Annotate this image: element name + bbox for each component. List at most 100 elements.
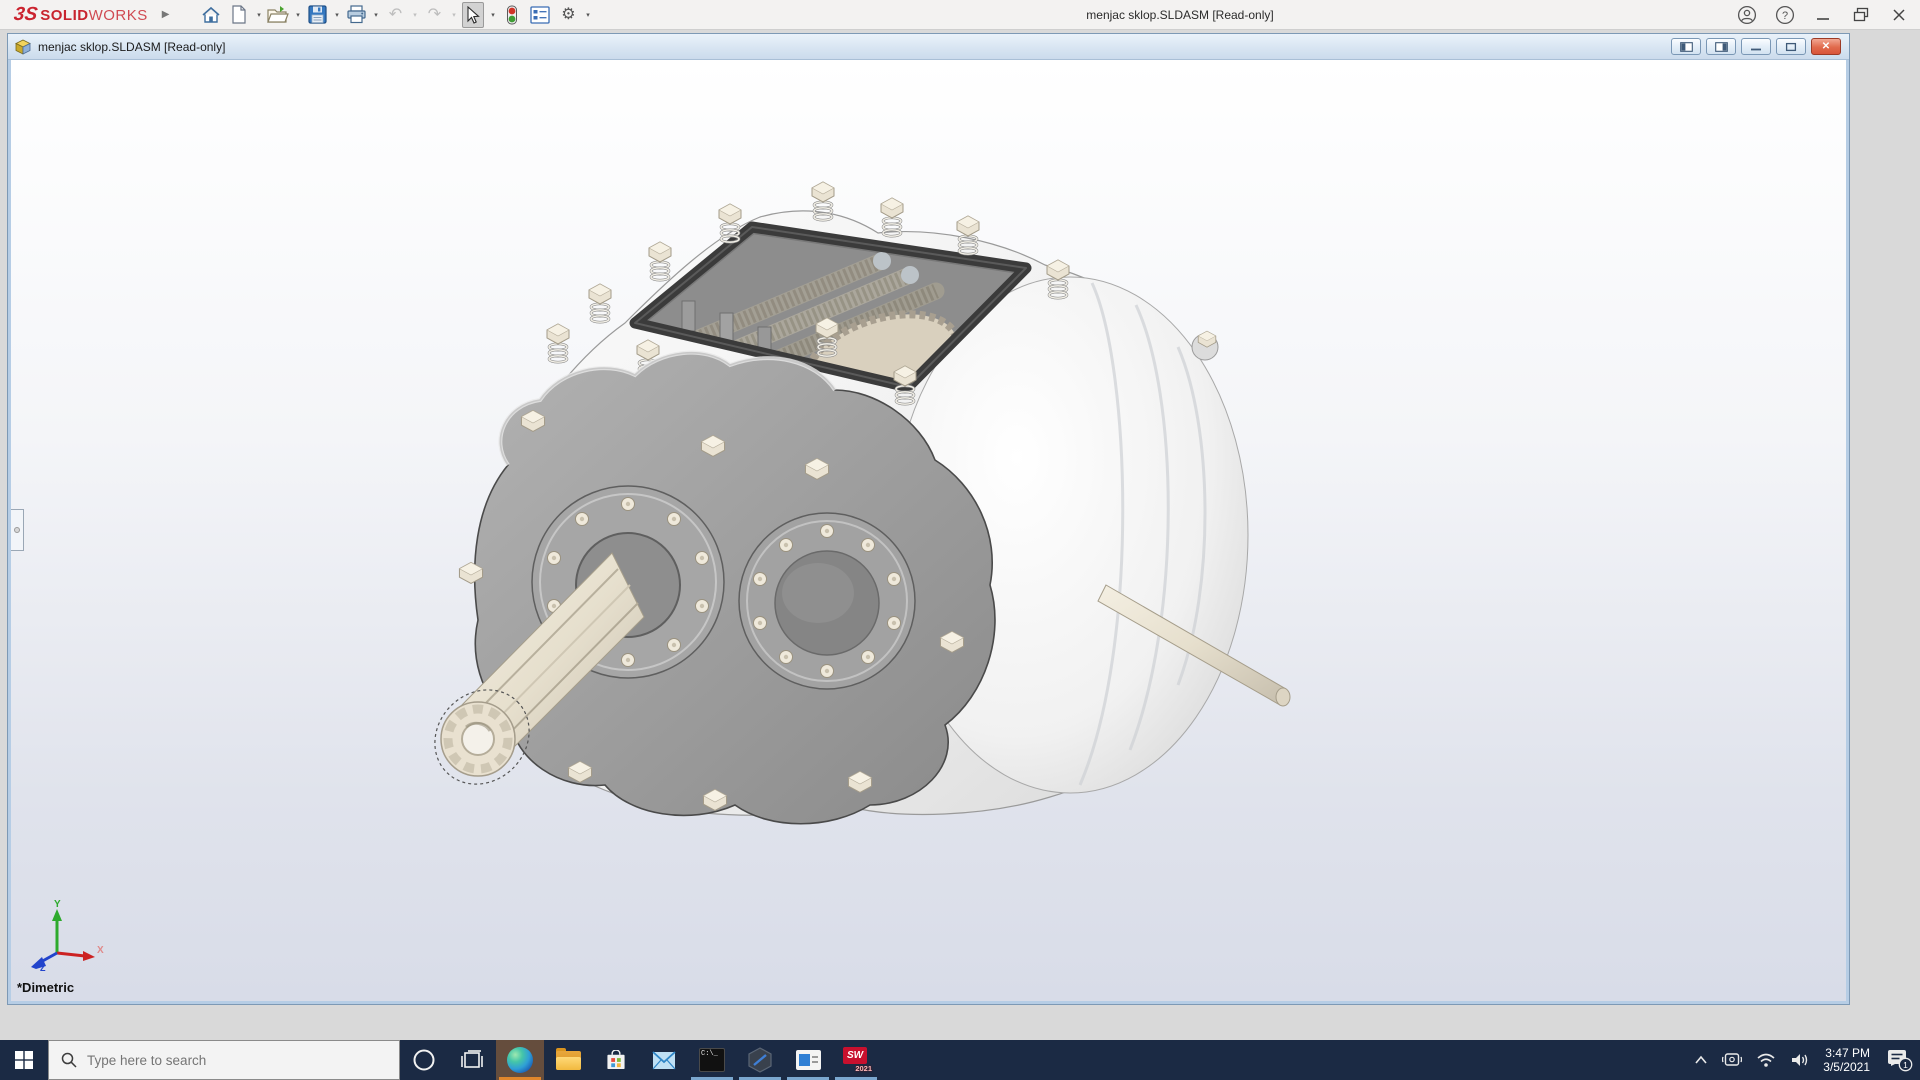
solidworks-logo-glyph: 3S [12,3,39,25]
taskbar-search[interactable] [48,1040,400,1080]
open-dropdown[interactable]: ▾ [292,11,303,19]
show-left-pane-button[interactable] [1671,38,1701,55]
options-dropdown[interactable]: ▾ [582,11,593,19]
view-orientation-label: *Dimetric [17,980,75,995]
quick-access-toolbar: ▾ ▾ ▾ ▾ ↶ ▾ ↷ ▾ ▾ ⚙ ▾ [197,1,593,28]
print-dropdown[interactable]: ▾ [370,11,381,19]
help-button[interactable]: ? [1770,2,1800,28]
document-window: menjac sklop.SLDASM [Read-only] ✕ Y X Z … [8,34,1849,1004]
mail-button[interactable] [640,1040,688,1080]
rebuild-traffic-light-icon [507,5,518,24]
tray-date: 3/5/2021 [1823,1060,1870,1074]
doc-close-button[interactable]: ✕ [1811,38,1841,55]
account-button[interactable] [1732,2,1762,28]
cortana-button[interactable] [400,1040,448,1080]
doc-minimize-button[interactable] [1741,38,1771,55]
triad-y-label: Y [54,899,61,910]
hexagon-app-icon [748,1047,772,1073]
new-document-button[interactable] [226,2,252,28]
pane-right-icon [1714,41,1728,52]
doc-close-icon: ✕ [1821,40,1831,52]
system-tray: 3:47 PM 3/5/2021 1 [1687,1040,1920,1080]
gearbox-model[interactable] [430,165,1310,825]
media-app-button[interactable] [784,1040,832,1080]
restore-icon [1853,7,1869,22]
print-button[interactable] [343,2,369,28]
solidworks-logo: 3S SOLID WORKS [12,3,148,25]
collapse-tab-grip [14,527,20,533]
triad-z-label: Z [40,963,46,971]
select-tool-active[interactable] [462,1,485,28]
meet-now-button[interactable] [1715,1040,1749,1080]
document-title-bar[interactable]: menjac sklop.SLDASM [Read-only] ✕ [8,34,1849,60]
edge-icon [507,1047,533,1073]
chevron-up-icon [1695,1055,1707,1064]
save-dropdown[interactable]: ▾ [331,11,342,19]
store-button[interactable] [592,1040,640,1080]
edge-button[interactable] [496,1040,544,1080]
new-document-icon [232,5,247,24]
redo-icon: ↷ [427,5,442,23]
app-title-bar: 3S SOLID WORKS ▶ ▾ ▾ ▾ ▾ ↶ ▾ ↷ ▾ ▾ ⚙ ▾ m… [0,0,1920,30]
feature-pane-collapse-tab[interactable] [11,509,24,551]
wifi-icon [1757,1053,1775,1067]
minimize-button[interactable] [1808,2,1838,28]
home-button[interactable] [198,2,224,28]
file-explorer-button[interactable] [544,1040,592,1080]
solidworks-taskbar-button[interactable]: SW 2021 [832,1040,880,1080]
home-icon [202,6,220,23]
undo-icon: ↶ [388,5,403,23]
task-view-button[interactable] [448,1040,496,1080]
meet-now-icon [1722,1053,1743,1066]
windows-logo-icon [15,1051,33,1069]
print-icon [347,5,366,24]
close-icon [1893,9,1905,21]
redo-button[interactable]: ↷ [421,2,447,28]
app-window-controls: ? [1732,0,1914,30]
minimize-icon [1817,18,1829,20]
notification-badge: 1 [1903,1060,1908,1070]
volume-button[interactable] [1783,1040,1817,1080]
svg-text:?: ? [1782,10,1788,22]
notification-center-button[interactable]: 1 [1878,1040,1920,1080]
task-view-icon [461,1050,483,1068]
show-right-pane-button[interactable] [1706,38,1736,55]
hexagon-app-button[interactable] [736,1040,784,1080]
open-button[interactable] [265,2,291,28]
display-settings-button[interactable] [527,2,553,28]
orientation-triad: Y X Z [31,899,104,971]
tray-time: 3:47 PM [1825,1046,1870,1060]
doc-restore-button[interactable] [1776,38,1806,55]
display-settings-icon [530,5,551,24]
hidden-icons-button[interactable] [1687,1040,1715,1080]
new-document-dropdown[interactable]: ▾ [253,11,264,19]
doc-restore-icon [1785,42,1797,51]
search-input[interactable] [87,1052,367,1068]
search-icon [61,1052,77,1068]
network-button[interactable] [1749,1040,1783,1080]
terminal-icon: C:\_ [699,1048,725,1072]
terminal-button[interactable]: C:\_ [688,1040,736,1080]
clock[interactable]: 3:47 PM 3/5/2021 [1817,1046,1878,1074]
gear-icon: ⚙ [561,5,576,23]
file-explorer-icon [555,1047,581,1070]
undo-button[interactable]: ↶ [382,2,408,28]
select-dropdown[interactable]: ▾ [487,11,498,19]
document-window-controls: ✕ [1671,38,1841,55]
options-button[interactable]: ⚙ [555,2,581,28]
save-button[interactable] [304,2,330,28]
close-button[interactable] [1884,2,1914,28]
speaker-icon [1792,1054,1808,1066]
restore-button[interactable] [1846,2,1876,28]
notification-icon: 1 [1888,1050,1913,1072]
account-icon [1737,5,1757,25]
start-button[interactable] [0,1040,48,1080]
store-icon [607,1050,625,1070]
rebuild-button[interactable] [499,2,525,28]
graphics-viewport[interactable]: Y X Z *Dimetric [11,60,1846,1001]
menu-expand-arrow-icon[interactable]: ▶ [162,9,170,20]
undo-dropdown[interactable]: ▾ [409,11,420,19]
doc-minimize-icon [1751,48,1761,50]
open-icon [267,6,290,23]
redo-dropdown[interactable]: ▾ [448,11,459,19]
